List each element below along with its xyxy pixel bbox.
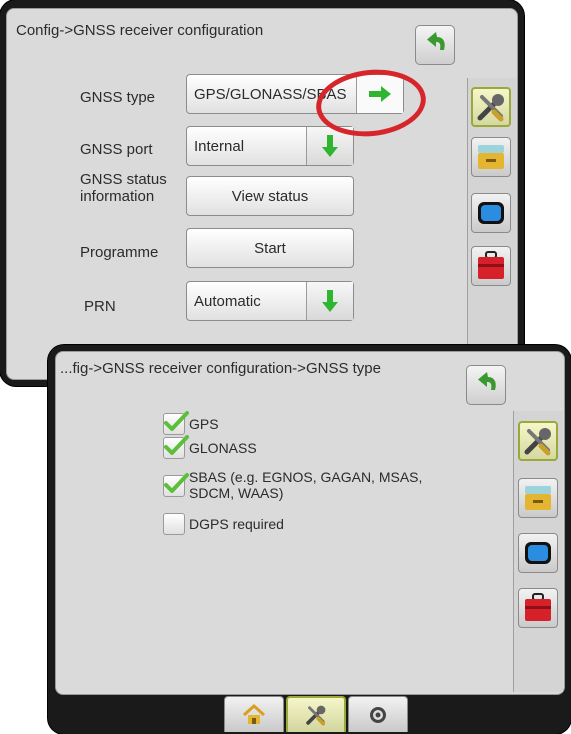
gnss-port-dropdown[interactable]: Internal	[186, 126, 354, 166]
programme-label: Programme	[80, 244, 159, 261]
console-icon[interactable]	[518, 478, 558, 518]
dgps-label: DGPS required	[189, 516, 284, 532]
page-title: ...fig->GNSS receiver configuration->GNS…	[60, 360, 381, 377]
back-button[interactable]	[466, 365, 506, 405]
tools-icon[interactable]	[518, 421, 558, 461]
sbas-checkbox[interactable]: SBAS (e.g. EGNOS, GAGAN, MSAS, SDCM, WAA…	[163, 469, 424, 501]
console-icon[interactable]	[471, 137, 511, 177]
back-arrow-icon	[478, 372, 496, 390]
gnss-status-label: GNSS status information	[80, 171, 167, 205]
checkmark-icon	[163, 411, 189, 435]
back-button[interactable]	[415, 25, 455, 65]
config-screen: Config->GNSS receiver configuration GNSS…	[0, 0, 524, 386]
prn-label: PRN	[84, 298, 116, 315]
display-icon[interactable]	[518, 533, 558, 573]
gnss-port-label: GNSS port	[80, 141, 153, 158]
glonass-checkbox[interactable]: GLONASS	[163, 435, 257, 459]
sbas-label: SBAS (e.g. EGNOS, GAGAN, MSAS, SDCM, WAA…	[189, 469, 423, 501]
toolbox-icon[interactable]	[518, 588, 558, 628]
view-status-label: View status	[231, 187, 309, 205]
prn-dropdown[interactable]: Automatic	[186, 281, 354, 321]
checkmark-icon	[163, 473, 189, 497]
gnss-type-screen: ...fig->GNSS receiver configuration->GNS…	[48, 345, 571, 734]
gps-checkbox[interactable]: GPS	[163, 411, 219, 435]
gnss-type-label: GNSS type	[80, 89, 156, 106]
display-icon[interactable]	[471, 193, 511, 233]
glonass-label: GLONASS	[189, 440, 257, 456]
start-label: Start	[254, 239, 286, 257]
start-button[interactable]: Start	[186, 228, 354, 268]
gnss-port-value: Internal	[194, 137, 245, 155]
view-status-button[interactable]: View status	[186, 176, 354, 216]
prn-value: Automatic	[194, 292, 261, 310]
gnss-icon[interactable]	[348, 696, 408, 732]
checkmark-icon	[163, 435, 189, 459]
tools-icon[interactable]	[286, 696, 346, 732]
dgps-checkbox[interactable]: DGPS required	[163, 513, 284, 535]
toolbox-icon[interactable]	[471, 246, 511, 286]
page-title: Config->GNSS receiver configuration	[16, 22, 264, 39]
tools-icon[interactable]	[471, 87, 511, 127]
home-icon[interactable]	[224, 696, 284, 732]
checkbox-box	[163, 513, 185, 535]
bottom-tab-bar	[224, 696, 422, 732]
arrow-down-icon[interactable]	[306, 282, 353, 320]
back-arrow-icon	[427, 32, 445, 50]
gps-label: GPS	[189, 416, 219, 432]
